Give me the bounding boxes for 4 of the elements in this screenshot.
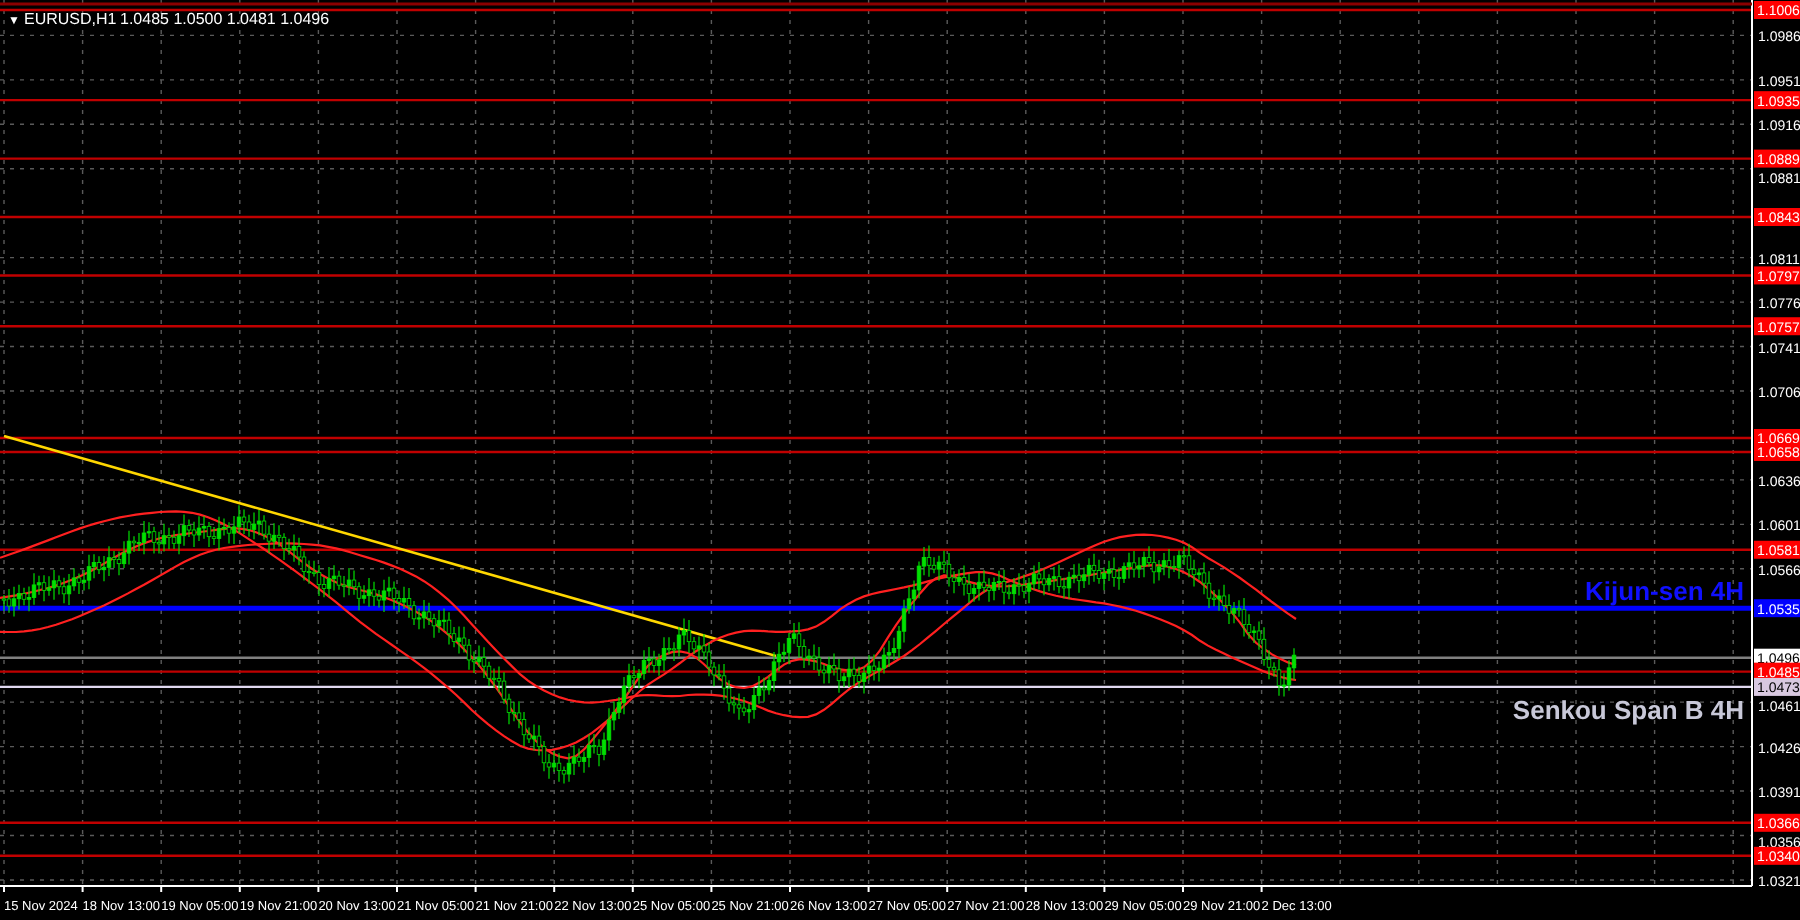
indicator-caption: Senkou Span B 4H [1512, 694, 1744, 725]
chart-symbol: EURUSD,H1 [24, 10, 117, 28]
indicator-caption: Kijun-sen 4H [1585, 576, 1744, 607]
ohlc-values: 1.0485 1.0500 1.0481 1.0496 [120, 10, 330, 28]
